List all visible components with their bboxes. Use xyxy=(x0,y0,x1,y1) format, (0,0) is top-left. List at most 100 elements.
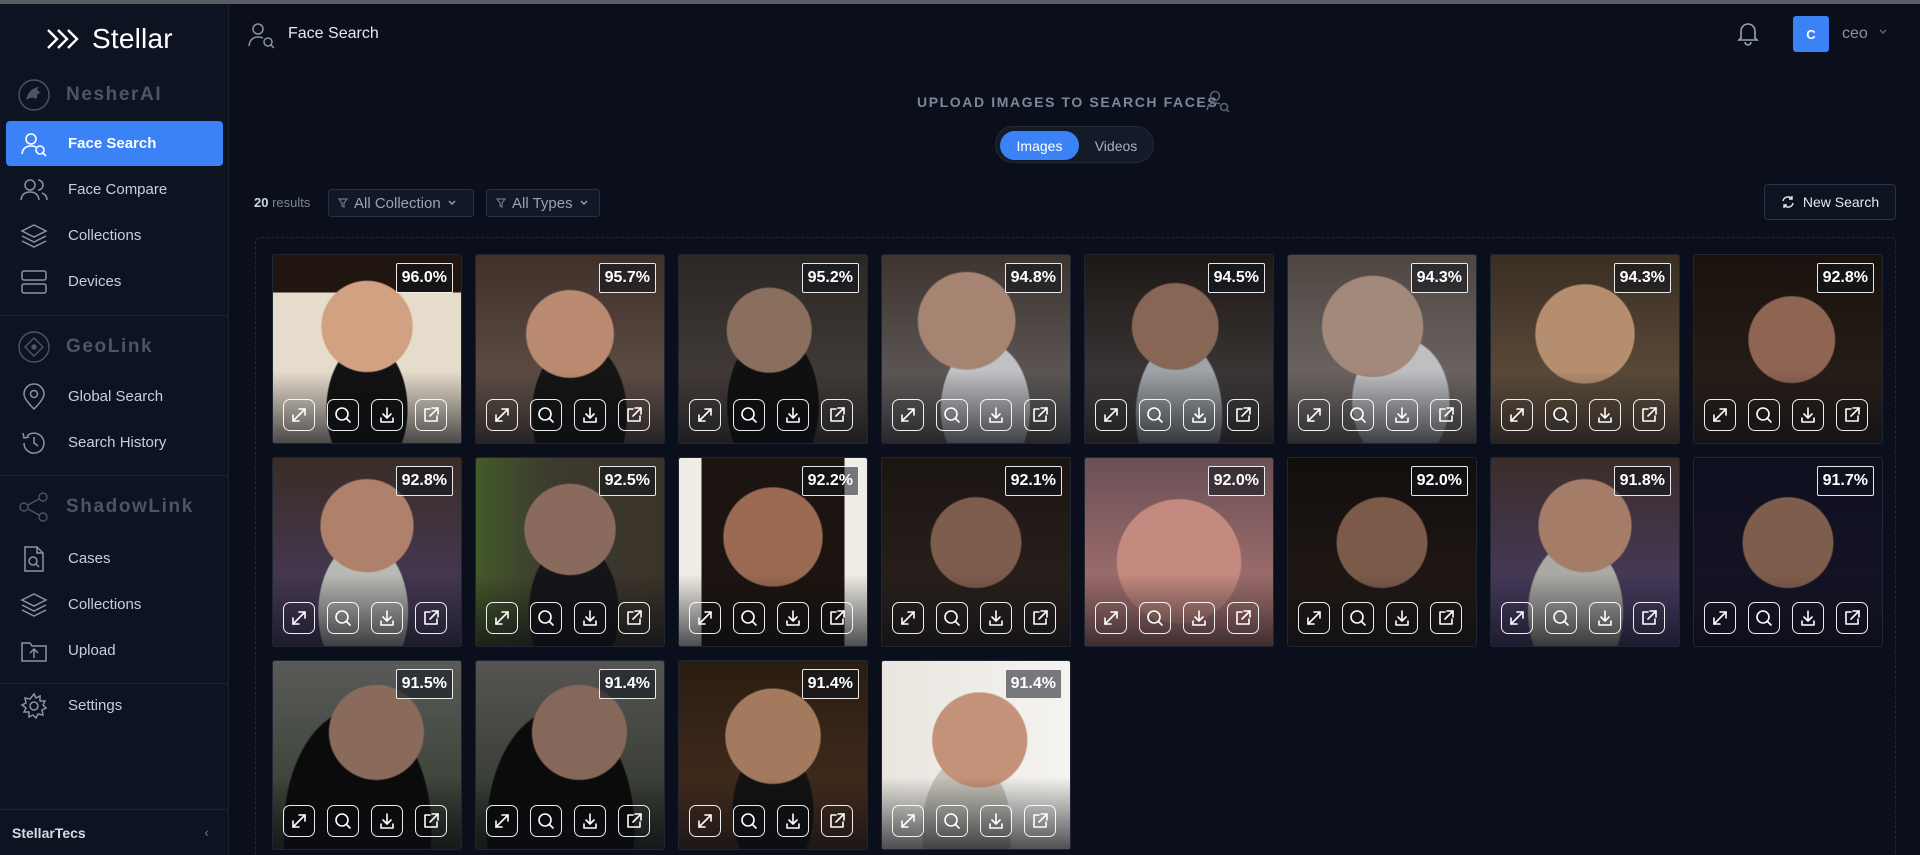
sidebar-item-collections[interactable]: Collections xyxy=(6,213,223,258)
open-external-button[interactable] xyxy=(821,805,853,837)
sidebar-item-settings[interactable]: Settings xyxy=(6,683,223,728)
open-external-button[interactable] xyxy=(1430,602,1462,634)
toggle-videos[interactable]: Videos xyxy=(1082,131,1150,160)
expand-button[interactable] xyxy=(1704,399,1736,431)
types-filter[interactable]: All Types xyxy=(486,189,600,217)
download-button[interactable] xyxy=(777,602,809,634)
sidebar-item-cases[interactable]: Cases xyxy=(6,536,223,581)
result-card[interactable]: 91.8% xyxy=(1490,457,1680,647)
search-similar-button[interactable] xyxy=(936,399,968,431)
brand-logo[interactable]: Stellar xyxy=(46,22,173,56)
search-similar-button[interactable] xyxy=(733,805,765,837)
search-similar-button[interactable] xyxy=(1342,602,1374,634)
open-external-button[interactable] xyxy=(415,602,447,634)
download-button[interactable] xyxy=(980,805,1012,837)
open-external-button[interactable] xyxy=(415,399,447,431)
search-similar-button[interactable] xyxy=(733,602,765,634)
open-external-button[interactable] xyxy=(1430,399,1462,431)
download-button[interactable] xyxy=(1386,602,1418,634)
search-similar-button[interactable] xyxy=(1748,399,1780,431)
download-button[interactable] xyxy=(574,399,606,431)
download-button[interactable] xyxy=(777,805,809,837)
sidebar-item-face-compare[interactable]: Face Compare xyxy=(6,167,223,212)
expand-button[interactable] xyxy=(689,399,721,431)
result-card[interactable]: 92.5% xyxy=(475,457,665,647)
open-external-button[interactable] xyxy=(1024,602,1056,634)
open-external-button[interactable] xyxy=(1024,399,1056,431)
search-similar-button[interactable] xyxy=(530,602,562,634)
open-external-button[interactable] xyxy=(821,399,853,431)
download-button[interactable] xyxy=(980,602,1012,634)
sidebar-item-face-search[interactable]: Face Search xyxy=(6,121,223,166)
collapse-sidebar-button[interactable]: ‹ xyxy=(204,824,209,840)
expand-button[interactable] xyxy=(1095,602,1127,634)
open-external-button[interactable] xyxy=(1633,399,1665,431)
expand-button[interactable] xyxy=(486,399,518,431)
expand-button[interactable] xyxy=(283,805,315,837)
open-external-button[interactable] xyxy=(1836,602,1868,634)
download-button[interactable] xyxy=(1589,602,1621,634)
user-name[interactable]: ceo xyxy=(1842,25,1868,43)
bell-icon[interactable] xyxy=(1735,20,1761,46)
result-card[interactable]: 92.0% xyxy=(1287,457,1477,647)
search-similar-button[interactable] xyxy=(327,399,359,431)
search-similar-button[interactable] xyxy=(530,805,562,837)
search-similar-button[interactable] xyxy=(327,602,359,634)
open-external-button[interactable] xyxy=(1227,602,1259,634)
expand-button[interactable] xyxy=(892,805,924,837)
download-button[interactable] xyxy=(1183,602,1215,634)
search-similar-button[interactable] xyxy=(327,805,359,837)
result-card[interactable]: 92.8% xyxy=(272,457,462,647)
expand-button[interactable] xyxy=(689,805,721,837)
download-button[interactable] xyxy=(1589,399,1621,431)
sidebar-item-shadow-collections[interactable]: Collections xyxy=(6,582,223,627)
search-similar-button[interactable] xyxy=(1748,602,1780,634)
sidebar-item-upload[interactable]: Upload xyxy=(6,628,223,673)
expand-button[interactable] xyxy=(486,602,518,634)
search-similar-button[interactable] xyxy=(733,399,765,431)
open-external-button[interactable] xyxy=(1024,805,1056,837)
result-card[interactable]: 94.3% xyxy=(1490,254,1680,444)
face-search-icon[interactable] xyxy=(1205,88,1231,114)
sidebar-item-search-history[interactable]: Search History xyxy=(6,420,223,465)
open-external-button[interactable] xyxy=(1633,602,1665,634)
download-button[interactable] xyxy=(371,399,403,431)
expand-button[interactable] xyxy=(892,399,924,431)
search-similar-button[interactable] xyxy=(936,602,968,634)
download-button[interactable] xyxy=(1183,399,1215,431)
sidebar-item-global-search[interactable]: Global Search xyxy=(6,374,223,419)
result-card[interactable]: 94.8% xyxy=(881,254,1071,444)
expand-button[interactable] xyxy=(486,805,518,837)
search-similar-button[interactable] xyxy=(1545,602,1577,634)
result-card[interactable]: 95.7% xyxy=(475,254,665,444)
expand-button[interactable] xyxy=(1704,602,1736,634)
open-external-button[interactable] xyxy=(618,805,650,837)
result-card[interactable]: 92.2% xyxy=(678,457,868,647)
download-button[interactable] xyxy=(574,805,606,837)
download-button[interactable] xyxy=(1792,602,1824,634)
avatar[interactable]: C xyxy=(1793,16,1829,52)
expand-button[interactable] xyxy=(1298,399,1330,431)
open-external-button[interactable] xyxy=(1836,399,1868,431)
expand-button[interactable] xyxy=(283,399,315,431)
download-button[interactable] xyxy=(777,399,809,431)
sidebar-item-devices[interactable]: Devices xyxy=(6,259,223,304)
search-similar-button[interactable] xyxy=(1139,602,1171,634)
open-external-button[interactable] xyxy=(821,602,853,634)
download-button[interactable] xyxy=(371,805,403,837)
search-similar-button[interactable] xyxy=(1342,399,1374,431)
download-button[interactable] xyxy=(371,602,403,634)
result-card[interactable]: 91.4% xyxy=(475,660,665,850)
result-card[interactable]: 91.7% xyxy=(1693,457,1883,647)
result-card[interactable]: 94.3% xyxy=(1287,254,1477,444)
open-external-button[interactable] xyxy=(618,602,650,634)
toggle-images[interactable]: Images xyxy=(1000,131,1079,160)
new-search-button[interactable]: New Search xyxy=(1764,184,1896,220)
result-card[interactable]: 94.5% xyxy=(1084,254,1274,444)
expand-button[interactable] xyxy=(1501,399,1533,431)
expand-button[interactable] xyxy=(689,602,721,634)
download-button[interactable] xyxy=(980,399,1012,431)
upload-title[interactable]: UPLOAD IMAGES TO SEARCH FACES xyxy=(917,94,1218,110)
result-card[interactable]: 91.4% xyxy=(881,660,1071,850)
search-similar-button[interactable] xyxy=(530,399,562,431)
